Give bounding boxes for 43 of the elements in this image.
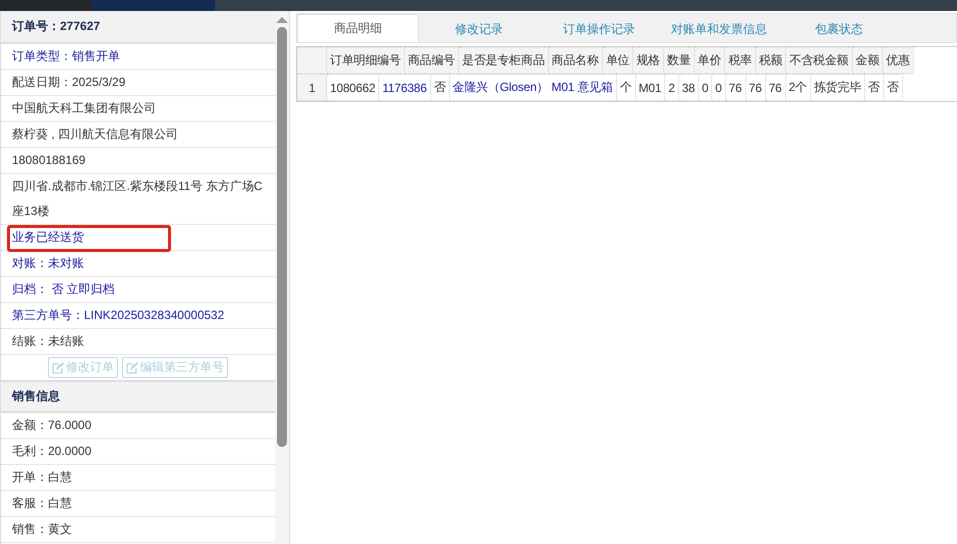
table-cell: 否 [864, 74, 884, 100]
table-cell: 1080662 [326, 74, 379, 100]
table-cell: 拣货完毕 [810, 74, 865, 100]
tab[interactable]: 包裹状态 [779, 16, 899, 42]
table-link[interactable]: 金隆兴（Glosen） M01 意见箱 [449, 74, 616, 100]
column-header[interactable]: 订单明细编号 [326, 48, 404, 74]
table-cell: 76 [745, 74, 766, 100]
table-cell: 否 [430, 74, 450, 100]
table-cell: M01 [635, 74, 665, 100]
table-cell: 个 [616, 74, 636, 100]
table-cell: 0 [712, 74, 726, 100]
column-header[interactable]: 不含税金额 [786, 48, 852, 74]
column-header[interactable]: 商品编号 [404, 48, 459, 74]
info-link[interactable]: 业务已经送货 [1, 225, 276, 251]
column-header[interactable]: 税率 [724, 48, 756, 74]
edit-icon [126, 362, 138, 374]
row-number: 1 [298, 74, 326, 100]
column-header[interactable]: 单价 [694, 48, 725, 74]
tab[interactable]: 商品明细 [297, 14, 419, 42]
table-link[interactable]: 1176386 [378, 74, 430, 100]
column-header[interactable]: 规格 [632, 48, 664, 74]
section-title: 销售信息 [1, 381, 276, 413]
scrollbar[interactable] [275, 11, 289, 544]
column-header[interactable]: 单位 [602, 48, 633, 74]
table-cell: 38 [678, 74, 698, 100]
table-cell: 76 [765, 74, 786, 100]
column-header[interactable]: 是否是专柜商品 [458, 48, 548, 74]
scroll-thumb[interactable] [277, 27, 288, 447]
tab[interactable]: 对账单和发票信息 [659, 16, 779, 42]
column-header[interactable]: 商品名称 [548, 48, 602, 74]
column-header[interactable]: 优惠 [882, 48, 914, 74]
edit-icon [52, 362, 64, 374]
table-cell: 0 [698, 74, 712, 100]
column-header[interactable]: 数量 [664, 48, 694, 74]
tab[interactable]: 订单操作记录 [539, 16, 659, 42]
tab[interactable]: 修改记录 [419, 16, 539, 42]
table-cell: 76 [725, 74, 746, 100]
table-cell: 2个 [785, 74, 810, 100]
column-header[interactable]: 金额 [852, 48, 883, 74]
table-cell: 2 [664, 74, 678, 100]
table-cell: 否 [883, 74, 902, 100]
column-header[interactable]: 税额 [755, 48, 786, 74]
order-number-title: 订单号：277627 [1, 11, 276, 44]
